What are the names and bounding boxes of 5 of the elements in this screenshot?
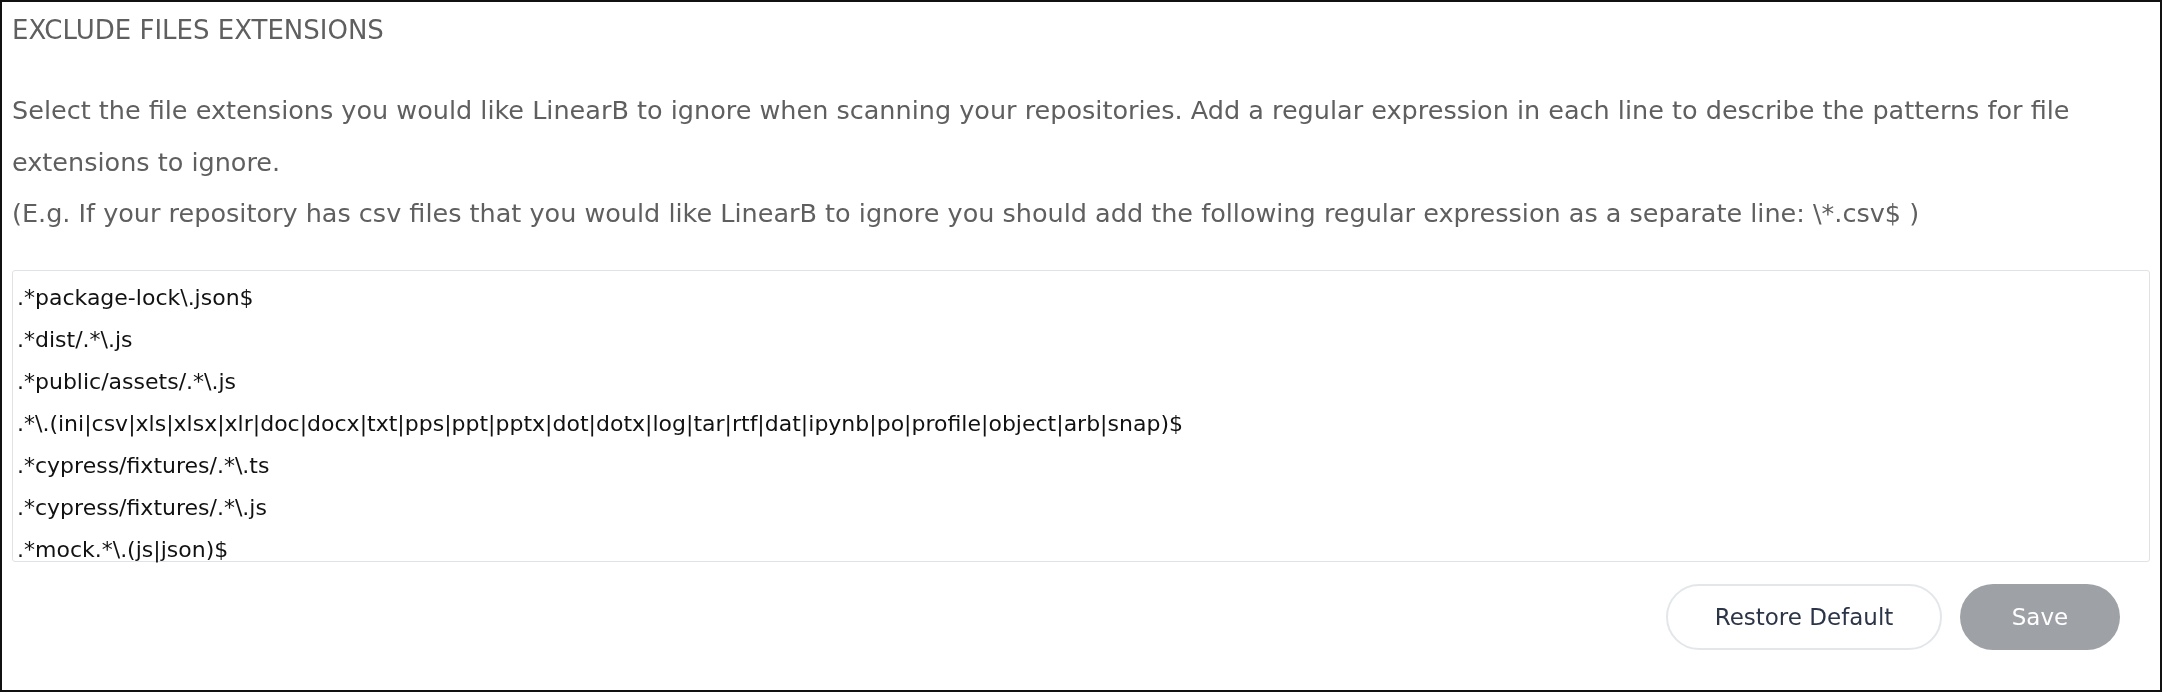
description-text: Select the file extensions you would like LinearB to ignore when scanning your repositories. Add a regular expression in each line to describe the patterns for file extensions to ignore.	[12, 94, 2071, 179]
section-title: EXCLUDE FILES EXTENSIONS	[12, 14, 385, 47]
patterns-field[interactable]: .*package-lock\.json$ .*dist/.*\.js .*public/assets/.*\.js .*\.(ini|csv|xls|xlsx|xlr|doc|docx|txt|pps|ppt|pptx|dot|dotx|log|tar|rtf|dat|ipynb|po|profile|object|arb|snap)$ .*cypress/fixtures/.*\.ts .*cypress/fixtures/.*\.js .*mock.*\.(js|json)$	[12, 270, 2150, 562]
restore-default-button[interactable]: Restore Default	[1666, 584, 1942, 650]
example-text: (E.g. If your repository has csv files that you would like LinearB to ignore you should add the following regular expression as a separate line: \*.csv$ )	[12, 197, 1921, 230]
